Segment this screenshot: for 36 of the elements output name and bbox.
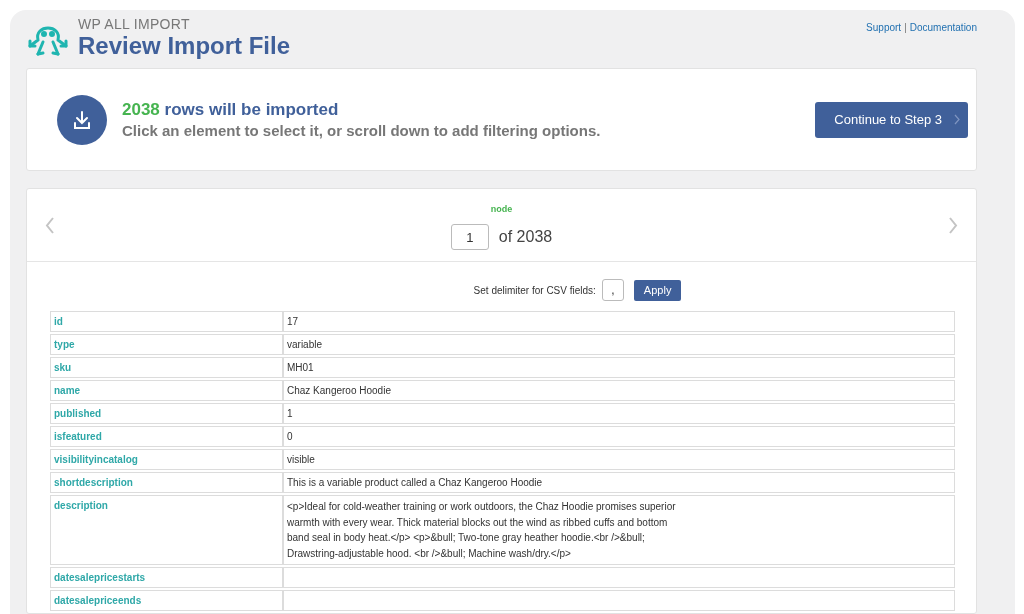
field-value: <p>Ideal for cold-weather training or work outdoors, the Chaz Hoodie promises superior warmth with every wear. Thick material blocks out the wind as ribbed cuffs and bottom band seal in body heat.</p> <p>&bull; Two-tone gray heather hoodie.<br />&bull; Drawstring-adjustable hood. <br />&bull; Machine wash/dry.</p> [287, 500, 677, 561]
record-total: of 2038 [498, 228, 553, 246]
field-name[interactable]: type [50, 334, 283, 355]
brand-name: WP ALL IMPORT [78, 16, 191, 32]
chevron-right-icon [954, 114, 960, 126]
field-value: 17 [287, 315, 300, 329]
field-name[interactable]: id [50, 311, 283, 332]
field-name[interactable]: published [50, 403, 283, 424]
field-name[interactable]: shortdescription [50, 472, 283, 493]
field-name[interactable]: description [50, 495, 283, 565]
header-link[interactable]: Support [866, 22, 902, 33]
download-icon [57, 94, 107, 145]
field-name[interactable]: name [50, 380, 283, 401]
field-name[interactable]: datesalepricestarts [50, 567, 283, 588]
field-value: MH01 [287, 361, 315, 375]
instruction-text: Click an element to select it, or scroll down to add filtering options. [122, 122, 602, 140]
field-value: This is a variable product called a Chaz Kangeroo Hoodie [287, 476, 544, 490]
field-name[interactable]: sku [50, 357, 283, 378]
import-count-heading: 2038 rows will be imported [122, 100, 340, 121]
field-value: variable [287, 338, 324, 352]
field-value: 1 [287, 407, 294, 421]
field-name[interactable]: visibilityincatalog [50, 449, 283, 470]
record-number-field[interactable]: 1 [450, 224, 489, 250]
field-name[interactable]: isfeatured [50, 426, 283, 447]
delimiter-field[interactable]: , [601, 279, 624, 301]
field-value: Chaz Kangeroo Hoodie [287, 384, 392, 398]
field-value: 0 [287, 430, 294, 444]
delimiter-label: Set delimiter for CSV fields: [473, 284, 596, 296]
apply-button[interactable]: Apply [633, 279, 682, 301]
header-link[interactable]: Documentation [909, 22, 977, 33]
page-title: Review Import File [78, 32, 291, 60]
continue-button[interactable]: Continue to Step 3 [815, 101, 968, 138]
field-value: visible [287, 453, 316, 467]
link-separator: | [904, 22, 907, 33]
field-name[interactable]: datesalepriceends [50, 590, 283, 611]
node-label: node [490, 204, 513, 214]
